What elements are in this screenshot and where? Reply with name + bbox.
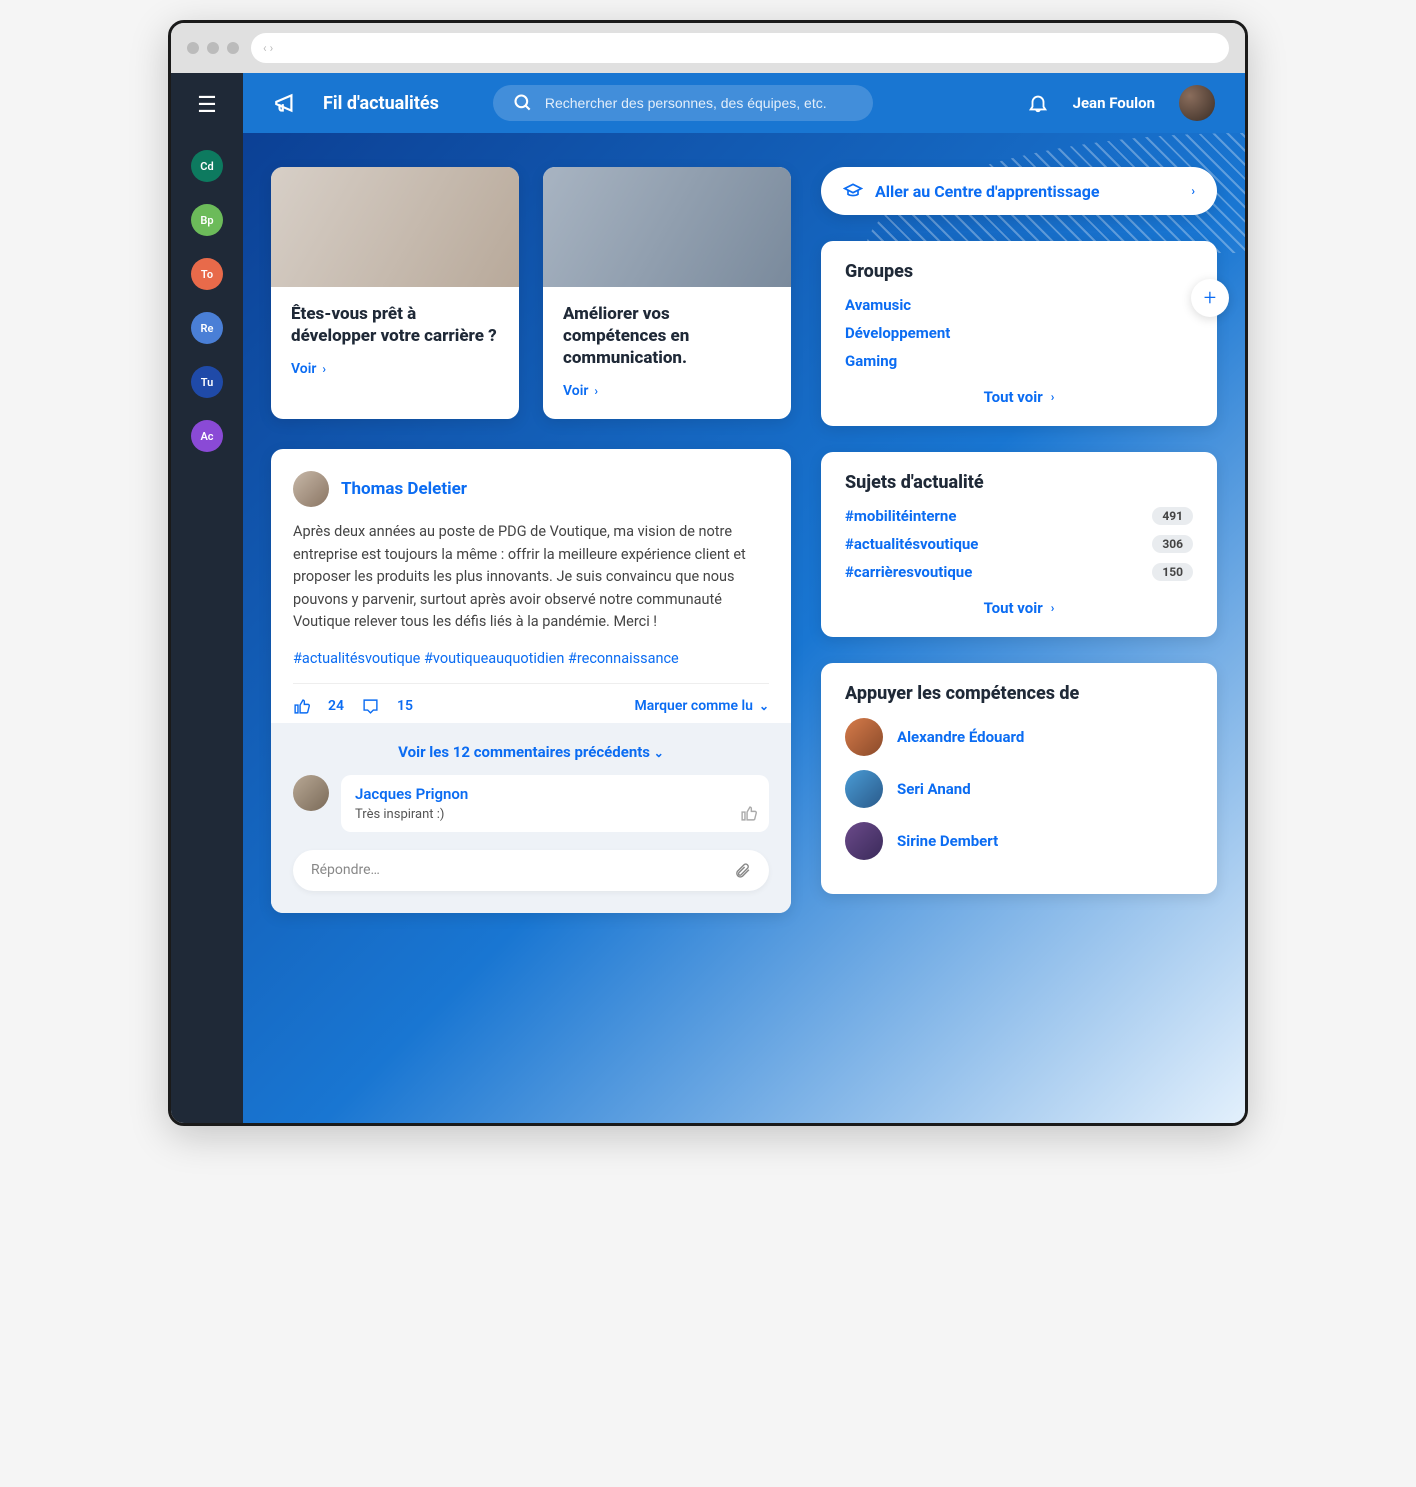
person-name: Seri Anand <box>897 780 971 798</box>
chevron-right-icon: › <box>1051 390 1055 404</box>
browser-urlbar[interactable]: ‹ › <box>251 33 1229 63</box>
post-author-name[interactable]: Thomas Deletier <box>341 479 467 499</box>
mark-as-read-button[interactable]: Marquer comme lu⌄ <box>634 698 769 714</box>
groups-panel: + Groupes Avamusic Développement Gaming … <box>821 241 1217 426</box>
comment-item: Jacques Prignon Très inspirant :) <box>293 775 769 832</box>
comment-icon[interactable] <box>362 698 379 715</box>
learning-center-button[interactable]: Aller au Centre d'apprentissage › <box>821 167 1217 215</box>
person-avatar <box>845 822 883 860</box>
person-item[interactable]: Sirine Dembert <box>845 822 1193 860</box>
topics-panel: Sujets d'actualité #mobilitéinterne 491 #… <box>821 452 1217 637</box>
current-user-avatar[interactable] <box>1179 85 1215 121</box>
card-view-link[interactable]: Voir› <box>563 383 771 399</box>
person-avatar <box>845 770 883 808</box>
person-avatar <box>845 718 883 756</box>
thumbs-up-icon[interactable] <box>740 805 757 822</box>
panel-title: Groupes <box>845 261 1193 282</box>
group-link[interactable]: Avamusic <box>845 296 1193 314</box>
see-all-topics-link[interactable]: Tout voir› <box>845 599 1193 617</box>
like-count[interactable]: 24 <box>328 698 344 714</box>
search-input[interactable] <box>545 95 853 111</box>
sidebar-avatar[interactable]: Tu <box>191 366 223 398</box>
panel-title: Sujets d'actualité <box>845 472 1193 493</box>
sidebar-avatar[interactable]: Ac <box>191 420 223 452</box>
nav-arrows[interactable]: ‹ › <box>263 41 273 55</box>
comment-author-name[interactable]: Jacques Prignon <box>355 785 755 803</box>
post-author-avatar[interactable] <box>293 471 329 507</box>
card-view-link[interactable]: Voir› <box>291 361 499 377</box>
learning-card[interactable]: Êtes-vous prêt à développer votre carriè… <box>271 167 519 419</box>
search-icon <box>513 93 533 113</box>
see-all-groups-link[interactable]: Tout voir› <box>845 388 1193 406</box>
current-user-name[interactable]: Jean Foulon <box>1073 94 1155 112</box>
paperclip-icon[interactable] <box>734 862 751 879</box>
megaphone-icon <box>273 90 299 116</box>
reply-input[interactable]: Répondre… <box>293 850 769 891</box>
view-more-comments-link[interactable]: Voir les 12 commentaires précédents ⌄ <box>293 739 769 775</box>
menu-toggle-icon[interactable]: ☰ <box>197 93 217 118</box>
reply-placeholder: Répondre… <box>311 862 380 878</box>
left-sidebar: ☰ Cd Bp To Re Tu Ac <box>171 73 243 1123</box>
page-title: Fil d'actualités <box>323 93 439 114</box>
add-group-button[interactable]: + <box>1191 279 1229 317</box>
topic-count: 150 <box>1152 563 1193 581</box>
card-title: Améliorer vos compétences en communicati… <box>563 303 771 369</box>
post-hashtags[interactable]: #actualitésvoutique #voutiqueauquotidien… <box>293 650 769 667</box>
chevron-right-icon: › <box>1051 601 1055 615</box>
sidebar-avatar[interactable]: To <box>191 258 223 290</box>
graduation-cap-icon <box>843 181 863 201</box>
chevron-right-icon: › <box>322 362 326 376</box>
card-image <box>271 167 519 287</box>
comment-author-avatar[interactable] <box>293 775 329 811</box>
person-name: Sirine Dembert <box>897 832 998 850</box>
panel-title: Appuyer les compétences de <box>845 683 1193 704</box>
chevron-right-icon: › <box>594 384 598 398</box>
topic-count: 491 <box>1152 507 1193 525</box>
sidebar-avatar[interactable]: Bp <box>191 204 223 236</box>
sidebar-avatar[interactable]: Cd <box>191 150 223 182</box>
search-bar[interactable] <box>493 85 873 121</box>
feed-post: Thomas Deletier Après deux années au pos… <box>271 449 791 912</box>
browser-titlebar: ‹ › <box>171 23 1245 73</box>
person-name: Alexandre Édouard <box>897 728 1024 746</box>
group-link[interactable]: Gaming <box>845 352 1193 370</box>
app-header: Fil d'actualités Jean Foulon <box>243 73 1245 133</box>
chevron-right-icon: › <box>1191 184 1195 198</box>
group-link[interactable]: Développement <box>845 324 1193 342</box>
learning-card[interactable]: Améliorer vos compétences en communicati… <box>543 167 791 419</box>
sidebar-avatar[interactable]: Re <box>191 312 223 344</box>
chevron-down-icon: ⌄ <box>654 746 664 760</box>
topic-link[interactable]: #actualitésvoutique <box>845 535 978 553</box>
notification-bell-icon[interactable] <box>1027 92 1049 114</box>
person-item[interactable]: Alexandre Édouard <box>845 718 1193 756</box>
chevron-down-icon: ⌄ <box>759 699 769 713</box>
topic-link[interactable]: #carrièresvoutique <box>845 563 972 581</box>
comment-count[interactable]: 15 <box>397 698 413 714</box>
thumbs-up-icon[interactable] <box>293 698 310 715</box>
post-body-text: Après deux années au poste de PDG de Vou… <box>293 521 769 633</box>
card-image <box>543 167 791 287</box>
topic-count: 306 <box>1152 535 1193 553</box>
card-title: Êtes-vous prêt à développer votre carriè… <box>291 303 499 347</box>
comment-text: Très inspirant :) <box>355 807 755 822</box>
person-item[interactable]: Seri Anand <box>845 770 1193 808</box>
traffic-lights <box>187 42 239 54</box>
topic-link[interactable]: #mobilitéinterne <box>845 507 956 525</box>
endorse-panel: Appuyer les compétences de Alexandre Édo… <box>821 663 1217 894</box>
